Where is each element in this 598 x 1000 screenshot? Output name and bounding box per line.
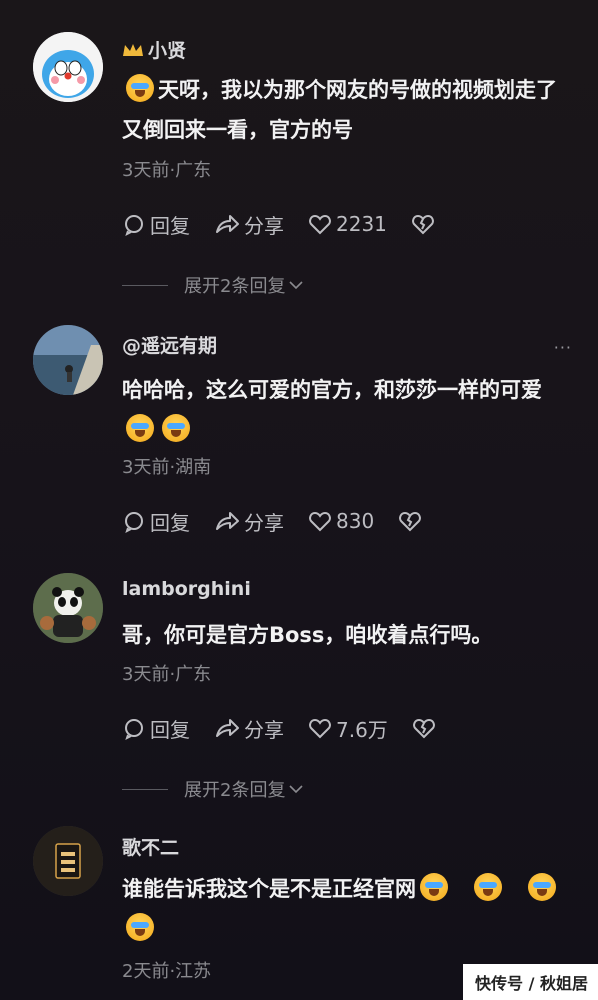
- divider: [122, 788, 168, 790]
- expand-label: 展开2条回复: [184, 780, 286, 801]
- laugh-cry-emoji-icon: [126, 74, 154, 102]
- comment-actions: 回复 分享 7.6万: [122, 713, 464, 743]
- reply-label: 回复: [150, 213, 190, 238]
- comment-text: 天呀，我以为那个网友的号做的视频划走了又倒回来一看，官方的号: [122, 70, 567, 150]
- username-label: 小贤: [148, 40, 187, 62]
- heart-icon: [309, 214, 331, 235]
- share-label: 分享: [244, 717, 284, 742]
- share-icon: [216, 512, 239, 530]
- like-count: 7.6万: [336, 717, 388, 742]
- like-button[interactable]: 7.6万: [308, 714, 388, 743]
- laugh-cry-emoji-icon: [162, 414, 190, 442]
- dislike-button[interactable]: [412, 717, 440, 739]
- comment-text-content: 哥，你可是官方Boss，咱收着点行吗。: [122, 623, 493, 647]
- share-button[interactable]: 分享: [214, 714, 284, 743]
- avatar[interactable]: [33, 325, 103, 395]
- like-button[interactable]: 2231: [308, 212, 387, 236]
- like-count: 2231: [336, 212, 387, 236]
- reply-button[interactable]: 回复: [122, 210, 190, 239]
- avatar[interactable]: [33, 32, 103, 102]
- username[interactable]: 歌不二: [122, 833, 179, 860]
- username[interactable]: lamborghini: [122, 578, 251, 600]
- share-icon: [216, 215, 239, 233]
- username[interactable]: 小贤: [122, 36, 186, 63]
- dislike-button[interactable]: [411, 213, 439, 235]
- comment-text: 谁能告诉我这个是不是正经官网: [122, 869, 567, 949]
- comment-text-content: 哈哈哈，这么可爱的官方，和莎莎一样的可爱: [122, 378, 542, 402]
- expand-replies-button[interactable]: 展开2条回复: [122, 272, 304, 298]
- reply-icon: [125, 719, 143, 740]
- divider: [122, 284, 168, 286]
- share-label: 分享: [244, 213, 284, 238]
- more-options-button[interactable]: ···: [554, 338, 572, 357]
- comment-meta: 2天前·江苏: [122, 961, 212, 982]
- broken-heart-icon: [412, 718, 435, 739]
- avatar[interactable]: [33, 826, 103, 896]
- crown-icon: [123, 43, 143, 56]
- comment-text: 哥，你可是官方Boss，咱收着点行吗。: [122, 615, 567, 655]
- laugh-cry-emoji-icon: [126, 913, 154, 941]
- comment-meta: 3天前·广东: [122, 160, 212, 181]
- reply-button[interactable]: 回复: [122, 714, 190, 743]
- username[interactable]: @遥远有期: [122, 331, 217, 358]
- chevron-down-icon: [289, 281, 304, 290]
- share-button[interactable]: 分享: [214, 507, 284, 536]
- comment-text: 哈哈哈，这么可爱的官方，和莎莎一样的可爱: [122, 370, 567, 450]
- heart-icon: [309, 511, 331, 532]
- laugh-cry-emoji-icon: [126, 414, 154, 442]
- share-label: 分享: [244, 510, 284, 535]
- chevron-down-icon: [289, 785, 304, 794]
- avatar[interactable]: [33, 573, 103, 643]
- broken-heart-icon: [412, 214, 434, 235]
- expand-replies-button[interactable]: 展开2条回复: [122, 776, 304, 802]
- share-icon: [216, 719, 239, 737]
- laugh-cry-emoji-icon: [474, 873, 502, 901]
- laugh-cry-emoji-icon: [420, 873, 448, 901]
- comment-actions: 回复 分享 830: [122, 506, 450, 536]
- reply-label: 回复: [150, 510, 190, 535]
- comment-actions: 回复 分享 2231: [122, 209, 463, 239]
- share-button[interactable]: 分享: [214, 210, 284, 239]
- comment-meta: 3天前·湖南: [122, 457, 212, 478]
- broken-heart-icon: [399, 511, 422, 532]
- comment-meta: 3天前·广东: [122, 664, 212, 685]
- expand-label: 展开2条回复: [184, 276, 286, 297]
- comment-text-content: 天呀，我以为那个网友的号做的视频划走了又倒回来一看，官方的号: [122, 78, 557, 142]
- reply-button[interactable]: 回复: [122, 507, 190, 536]
- reply-icon: [125, 215, 143, 236]
- reply-icon: [125, 512, 143, 533]
- like-count: 830: [336, 509, 375, 533]
- reply-label: 回复: [150, 717, 190, 742]
- dislike-button[interactable]: [398, 510, 426, 532]
- watermark: 快传号 / 秋姐居: [463, 964, 598, 1000]
- laugh-cry-emoji-icon: [528, 873, 556, 901]
- like-button[interactable]: 830: [308, 509, 374, 533]
- heart-icon: [309, 718, 331, 739]
- comment-text-content: 谁能告诉我这个是不是正经官网: [122, 877, 416, 901]
